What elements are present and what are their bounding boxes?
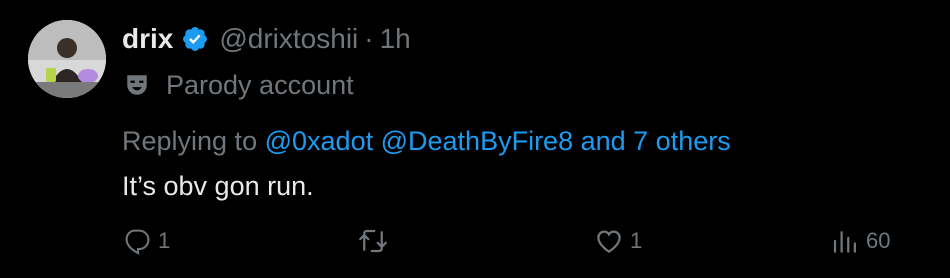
like-button[interactable]: 1 bbox=[594, 226, 642, 256]
user-handle[interactable]: @drixtoshii bbox=[219, 23, 358, 55]
view-count: 60 bbox=[866, 228, 891, 253]
tweet-text: It’s obv gon run. bbox=[122, 171, 314, 201]
analytics-icon bbox=[833, 231, 856, 253]
tweet-content: drix @drixtoshii · 1h Parody account Rep… bbox=[122, 18, 930, 206]
mention-deathbyfire8[interactable]: @DeathByFire8 bbox=[381, 126, 573, 156]
display-name[interactable]: drix bbox=[122, 23, 173, 55]
repost-button[interactable] bbox=[358, 226, 394, 256]
verified-badge-icon bbox=[183, 27, 208, 51]
mention-0xadot[interactable]: @0xadot bbox=[265, 126, 373, 156]
theater-mask-icon bbox=[127, 75, 147, 95]
replying-to: Replying to @0xadot @DeathByFire8 and 7 … bbox=[122, 122, 930, 160]
reply-button[interactable]: 1 bbox=[122, 226, 170, 256]
views-button[interactable]: 60 bbox=[830, 226, 890, 256]
reply-icon bbox=[125, 229, 150, 255]
parody-label-text: Parody account bbox=[166, 69, 354, 100]
heart-icon bbox=[597, 230, 621, 253]
timestamp[interactable]: 1h bbox=[380, 23, 411, 55]
tweet-header: drix @drixtoshii · 1h bbox=[122, 18, 930, 60]
action-bar: 1 1 60 bbox=[122, 226, 912, 266]
like-count: 1 bbox=[630, 228, 643, 253]
avatar-image bbox=[28, 20, 106, 98]
avatar[interactable] bbox=[28, 20, 106, 98]
replying-prefix: Replying to bbox=[122, 126, 258, 156]
repost-icon bbox=[359, 229, 387, 253]
separator-dot: · bbox=[364, 23, 374, 54]
reply-count: 1 bbox=[158, 228, 171, 253]
parody-label: Parody account bbox=[122, 64, 930, 106]
mention-others[interactable]: and 7 others bbox=[581, 126, 731, 156]
